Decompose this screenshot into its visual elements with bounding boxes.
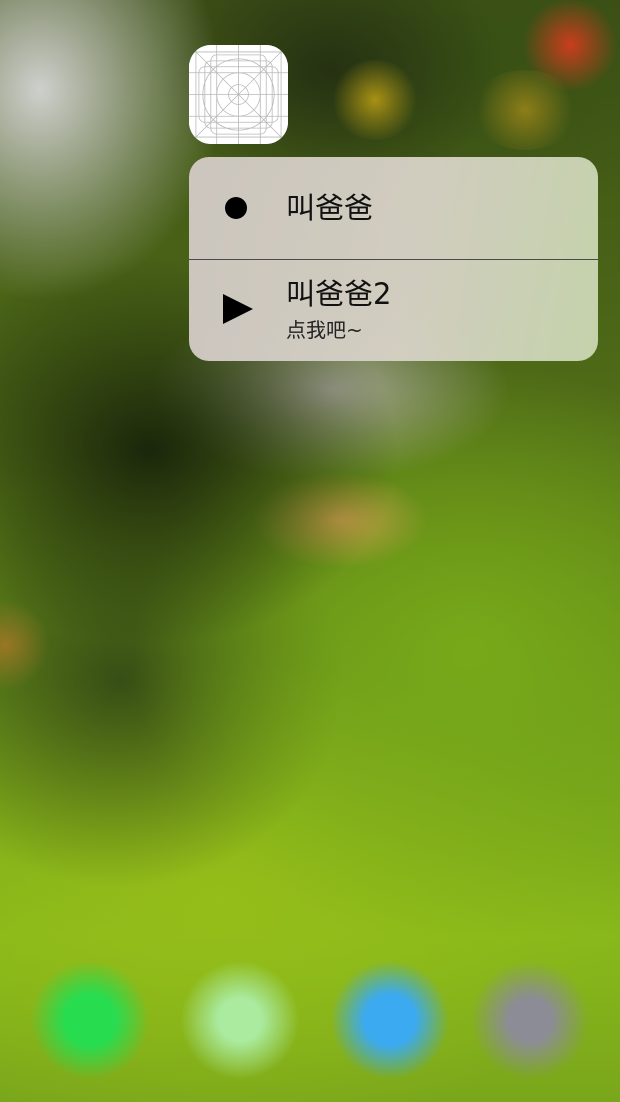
quick-action-title: 叫爸爸	[286, 191, 374, 225]
app-icon[interactable]	[189, 45, 288, 144]
quick-action-subtitle: 点我吧~	[286, 318, 363, 342]
filled-circle-icon	[223, 193, 253, 223]
blurred-dock-icon	[470, 960, 590, 1080]
blurred-app-icon	[0, 600, 50, 690]
play-icon	[223, 294, 253, 324]
icon-template-grid-icon	[189, 45, 288, 144]
blurred-app-icon	[330, 60, 420, 140]
blurred-dock-icon	[180, 960, 300, 1080]
quick-action-item[interactable]: 叫爸爸	[189, 157, 598, 259]
blurred-dock-icon	[30, 960, 150, 1080]
blurred-app-icon	[470, 70, 580, 150]
quick-actions-menu: 叫爸爸 叫爸爸2 点我吧~	[189, 157, 598, 361]
quick-action-title: 叫爸爸2	[286, 277, 392, 311]
quick-action-item[interactable]: 叫爸爸2 点我吧~	[189, 260, 598, 361]
blurred-dock-icon	[330, 960, 450, 1080]
